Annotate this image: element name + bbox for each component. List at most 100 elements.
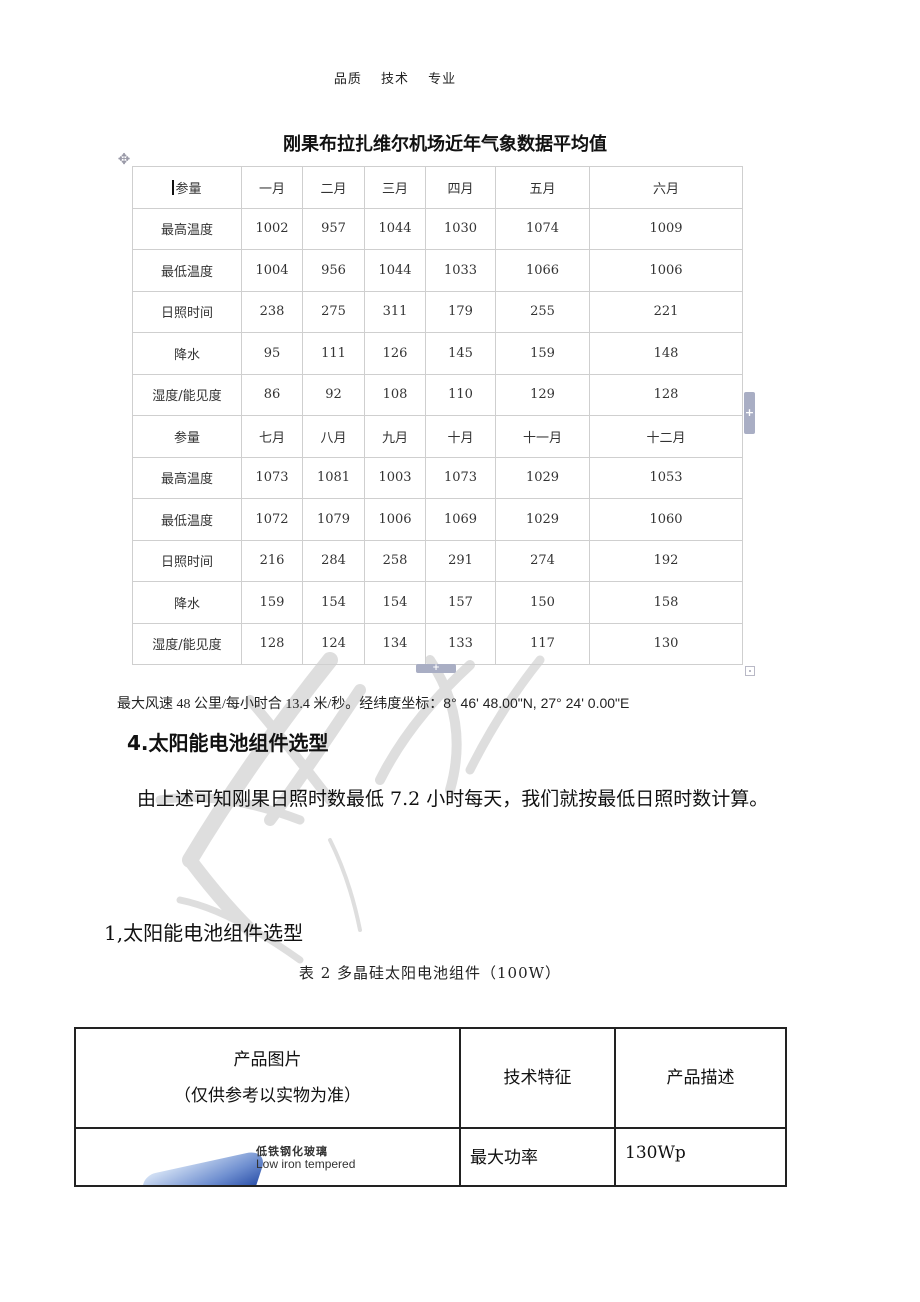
cell-text: 四月 xyxy=(447,181,474,197)
table-cell: 154 xyxy=(302,581,365,624)
header-cell-month: 二月 xyxy=(302,166,365,209)
table-cell: 1079 xyxy=(302,498,365,541)
table-cell: 86 xyxy=(241,373,303,416)
table-cell: 1044 xyxy=(364,249,426,292)
header-image-line1: 产品图片 xyxy=(233,1050,302,1070)
table-cell: 128 xyxy=(589,373,743,416)
table-header-row: 参量 一月 二月 三月 四月 五月 六月 xyxy=(132,166,743,209)
row-label: 最低温度 xyxy=(132,498,242,541)
table-cell: 221 xyxy=(589,290,743,333)
table-row: 湿度/能见度 128 124 134 133 117 130 xyxy=(132,622,743,665)
cell-text: 七月 xyxy=(258,430,285,446)
table-cell: 150 xyxy=(495,581,590,624)
table-row: 低铁钢化玻璃 Low iron tempered 最大功率 130Wp xyxy=(74,1127,787,1187)
cell-text: 六月 xyxy=(652,181,679,197)
table-cell: 1073 xyxy=(425,456,496,499)
page-header: 品质 技术 专业 xyxy=(0,68,790,87)
header-cell-month: 十二月 xyxy=(589,415,743,458)
table-row: 最低温度 1072 1079 1006 1069 1029 1060 xyxy=(132,498,743,541)
header-cell-month: 四月 xyxy=(425,166,496,209)
cell-text: 十一月 xyxy=(522,430,562,446)
table-cell: 159 xyxy=(495,332,590,375)
table-cell: 1053 xyxy=(589,456,743,499)
table-cell: 133 xyxy=(425,622,496,665)
table-cell: 1009 xyxy=(589,207,743,250)
table-cell: 238 xyxy=(241,290,303,333)
table-cell: 108 xyxy=(364,373,426,416)
table-cell: 258 xyxy=(364,539,426,582)
header-cell-month: 三月 xyxy=(364,166,426,209)
table-cell: 117 xyxy=(495,622,590,665)
row-label: 日照时间 xyxy=(132,290,242,333)
add-column-button[interactable]: + xyxy=(744,392,755,434)
table-caption: 表 2 多晶硅太阳电池组件（100W） xyxy=(298,964,562,982)
table-cell: 158 xyxy=(589,581,743,624)
table-cell: 145 xyxy=(425,332,496,375)
cell-text: 五月 xyxy=(529,181,556,197)
table-cell: 1072 xyxy=(241,498,303,541)
table-cell: 1029 xyxy=(495,456,590,499)
table-cell: 1033 xyxy=(425,249,496,292)
weather-table: 参量 一月 二月 三月 四月 五月 六月最高温度 1002 957 1044 1030 1074 100… xyxy=(132,166,743,665)
table-header-row: 产品图片 （仅供参考以实物为准） 技术特征 产品描述 xyxy=(74,1027,787,1129)
header-cell-month: 五月 xyxy=(495,166,590,209)
table-cell: 179 xyxy=(425,290,496,333)
four-way-arrow-icon[interactable]: ✥ xyxy=(116,151,132,167)
sub-heading: 1,太阳能电池组件选型 xyxy=(104,921,304,945)
table-cell: 95 xyxy=(241,332,303,375)
table-cell: 1006 xyxy=(364,498,426,541)
table-row: 最高温度 1073 1081 1003 1073 1029 1053 xyxy=(132,456,743,499)
cell-text: 二月 xyxy=(320,181,347,197)
table-cell: 1006 xyxy=(589,249,743,292)
table-row: 最高温度 1002 957 1044 1030 1074 1009 xyxy=(132,207,743,250)
description-cell: 130Wp xyxy=(614,1127,787,1187)
table-cell: 126 xyxy=(364,332,426,375)
table-row: 湿度/能见度 86 92 108 110 129 128 xyxy=(132,373,743,416)
header-cell-month: 一月 xyxy=(241,166,303,209)
table-row: 降水 95 111 126 145 159 148 xyxy=(132,332,743,375)
plus-icon: + xyxy=(744,406,755,419)
table-cell: 291 xyxy=(425,539,496,582)
table-cell: 128 xyxy=(241,622,303,665)
resize-corner-icon[interactable] xyxy=(745,666,755,676)
add-row-button[interactable]: + xyxy=(416,664,456,673)
header-cell-image: 产品图片 （仅供参考以实物为准） xyxy=(74,1027,461,1129)
row-label: 最高温度 xyxy=(132,207,242,250)
row-label: 最低温度 xyxy=(132,249,242,292)
row-label: 湿度/能见度 xyxy=(132,622,242,665)
header-cell-month: 十月 xyxy=(425,415,496,458)
table-cell: 274 xyxy=(495,539,590,582)
table-row: 降水 159 154 154 157 150 158 xyxy=(132,581,743,624)
note-text: 最大风速 48 公里/每小时合 13.4 米/秒。经纬度坐标： xyxy=(117,697,444,712)
image-label-en: Low iron tempered xyxy=(256,1157,356,1171)
table-cell: 275 xyxy=(302,290,365,333)
header-cell-feature: 技术特征 xyxy=(459,1027,616,1129)
row-label: 降水 xyxy=(132,581,242,624)
table-cell: 1030 xyxy=(425,207,496,250)
row-label: 降水 xyxy=(132,332,242,375)
header-cell-parameter: 参量 xyxy=(132,166,242,209)
coordinates: 8° 46' 48.00"N, 27° 24' 0.00"E xyxy=(443,695,630,711)
cell-text: 三月 xyxy=(381,181,408,197)
row-label: 日照时间 xyxy=(132,539,242,582)
table-cell: 130 xyxy=(589,622,743,665)
table-cell: 1069 xyxy=(425,498,496,541)
table-cell: 216 xyxy=(241,539,303,582)
table-cell: 1060 xyxy=(589,498,743,541)
feature-text: 最大功率 xyxy=(470,1148,538,1168)
cell-text: 参量 xyxy=(173,430,200,446)
header-cell-month: 八月 xyxy=(302,415,365,458)
cell-text: 十二月 xyxy=(646,430,686,446)
table-cell: 1044 xyxy=(364,207,426,250)
solar-panel-graphic xyxy=(133,1148,269,1184)
product-table: 产品图片 （仅供参考以实物为准） 技术特征 产品描述 低铁钢化玻璃 Low ir… xyxy=(74,1027,787,1187)
table-cell: 1029 xyxy=(495,498,590,541)
table-cell: 92 xyxy=(302,373,365,416)
product-image: 低铁钢化玻璃 Low iron tempered xyxy=(74,1127,461,1187)
header-image-line2: （仅供参考以实物为准） xyxy=(174,1086,361,1106)
header-cell-month: 六月 xyxy=(589,166,743,209)
table-header-row: 参量 七月 八月 九月 十月 十一月 十二月 xyxy=(132,415,743,458)
cell-text: 参量 xyxy=(175,181,202,197)
table-row: 日照时间 238 275 311 179 255 221 xyxy=(132,290,743,333)
description-text: 130Wp xyxy=(625,1143,686,1163)
